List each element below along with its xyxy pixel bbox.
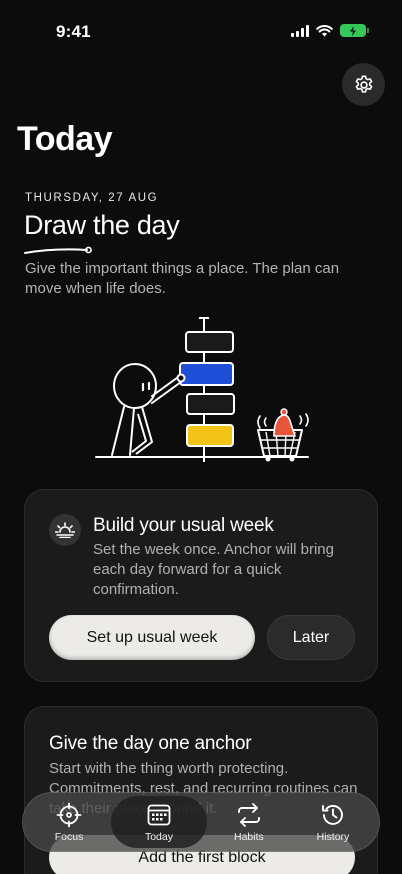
tab-today-label: Today <box>144 830 173 843</box>
later-button[interactable]: Later <box>267 615 355 660</box>
usual-week-title: Build your usual week <box>93 515 274 536</box>
setup-usual-week-button[interactable]: Set up usual week <box>49 615 255 660</box>
tab-focus-label: Focus <box>54 830 84 843</box>
hero-subtitle: Give the important things a place. The p… <box>25 260 340 297</box>
usual-week-description: Set the week once. Anchor will bring eac… <box>93 541 334 598</box>
hero-title: Draw the day <box>24 210 180 240</box>
tab-today[interactable]: Today <box>111 796 207 848</box>
page-title: Today <box>17 120 113 158</box>
tab-focus[interactable]: Focus <box>27 796 111 848</box>
anchor-card-title: Give the day one anchor <box>49 733 252 754</box>
tab-habits[interactable]: Habits <box>207 796 291 848</box>
calendar-icon <box>147 804 171 825</box>
history-icon <box>322 804 343 825</box>
battery-icon <box>340 24 369 37</box>
tab-history-label: History <box>316 830 350 843</box>
wifi-icon <box>316 24 333 36</box>
status-bar: 9:41 <box>0 0 402 54</box>
tab-habits-label: Habits <box>234 830 264 843</box>
settings-button[interactable] <box>342 63 385 106</box>
gear-icon <box>355 75 372 93</box>
sunrise-icon <box>49 514 81 546</box>
repeat-icon <box>237 802 260 827</box>
planning-illustration <box>95 317 309 462</box>
tab-history[interactable]: History <box>291 796 375 848</box>
tab-bar: Focus Today Habits History <box>22 792 380 852</box>
status-icons <box>291 24 369 37</box>
crosshair-icon <box>56 802 82 827</box>
hand-drawn-underline <box>24 246 92 254</box>
date-label: THURSDAY, 27 AUG <box>25 192 159 204</box>
status-time: 9:41 <box>56 22 91 41</box>
usual-week-card: Build your usual week Set the week once.… <box>24 489 378 682</box>
cellular-signal-icon <box>291 24 309 37</box>
